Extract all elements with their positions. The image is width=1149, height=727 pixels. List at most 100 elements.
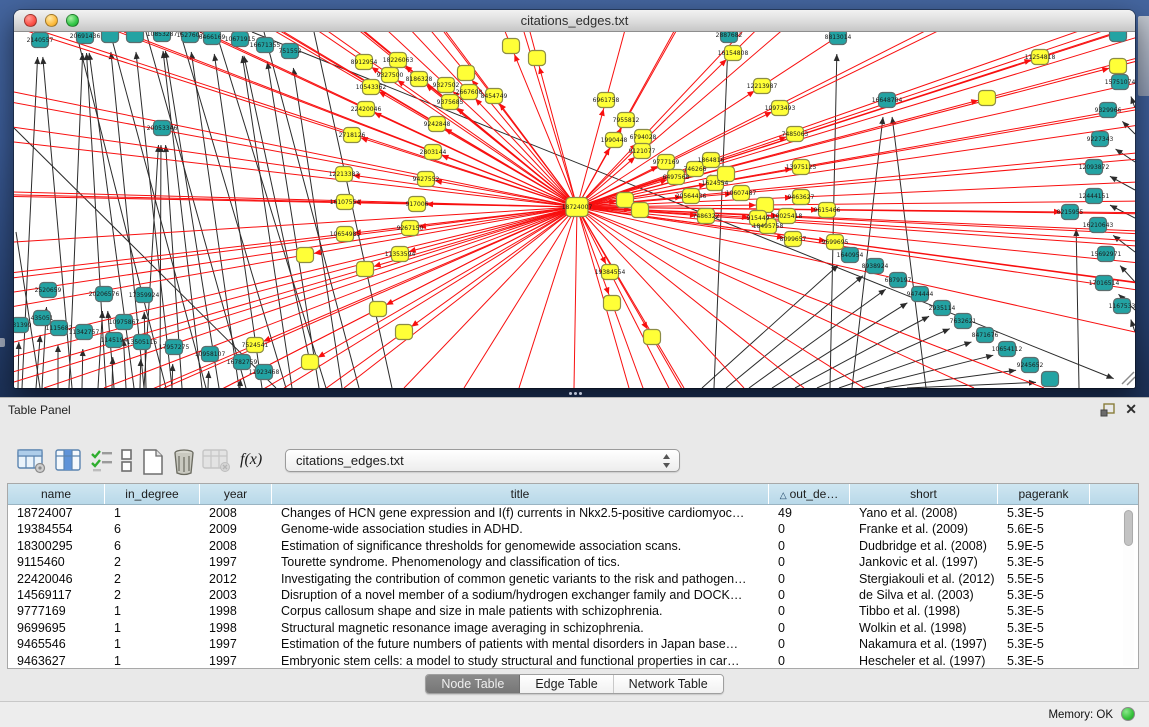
close-panel-icon[interactable]: ✕	[1125, 402, 1137, 416]
delete-table-icon	[202, 448, 231, 479]
table-scrollbar[interactable]	[1123, 508, 1134, 666]
function-builder-icon[interactable]: f(x)	[240, 451, 262, 469]
table-cell: 1997	[200, 653, 272, 669]
svg-text:6879197: 6879197	[885, 277, 912, 284]
table-cell: 22420046	[8, 571, 105, 587]
delete-icon[interactable]	[170, 448, 198, 481]
svg-text:9245652: 9245652	[1017, 362, 1044, 369]
table-row[interactable]: 1456911722003Disruption of a novel membe…	[8, 587, 1138, 603]
table-cell: 5.6E-5	[998, 521, 1090, 537]
table-cell: 0	[769, 521, 850, 537]
svg-text:915449: 915449	[747, 215, 770, 222]
table-cell: 0	[769, 554, 850, 570]
table-cell: 0	[769, 587, 850, 603]
table-cell: 0	[769, 538, 850, 554]
svg-text:2718126: 2718126	[339, 132, 366, 139]
table-cell: 9115460	[8, 554, 105, 570]
select-rows-icon[interactable]	[90, 448, 114, 479]
svg-text:8454749: 8454749	[481, 93, 508, 100]
svg-text:20206576: 20206576	[89, 291, 120, 298]
column-header-title[interactable]: title	[272, 484, 769, 504]
svg-text:16782759: 16782759	[227, 359, 258, 366]
table-scrollbar-thumb[interactable]	[1124, 510, 1133, 546]
column-header-out_de[interactable]: △out_de…	[769, 484, 850, 504]
svg-text:1167533: 1167533	[1109, 303, 1135, 310]
table-cell: Changes of HCN gene expression and I(f) …	[272, 505, 769, 521]
desktop-edge-tick	[0, 338, 5, 347]
table-cell: 5.3E-5	[998, 603, 1090, 619]
svg-text:2140557: 2140557	[27, 37, 54, 44]
table-cell: 0	[769, 620, 850, 636]
svg-text:8099657: 8099657	[780, 236, 807, 243]
svg-text:9474444: 9474444	[907, 291, 934, 298]
table-cell: 5.9E-5	[998, 538, 1090, 554]
svg-text:1624554: 1624554	[702, 180, 729, 187]
table-cell: 2012	[200, 571, 272, 587]
svg-text:8813014: 8813014	[825, 34, 852, 41]
column-header-name[interactable]: name	[8, 484, 105, 504]
table-cell: 0	[769, 603, 850, 619]
table-cell: 49	[769, 505, 850, 521]
window-title: citations_edges.txt	[14, 13, 1135, 28]
float-panel-icon[interactable]	[1100, 403, 1115, 417]
table-row[interactable]: 1872400712008Changes of HCN gene express…	[8, 505, 1138, 521]
table-row[interactable]: 977716911998Corpus callosum shape and si…	[8, 603, 1138, 619]
column-header-year[interactable]: year	[200, 484, 272, 504]
table-row[interactable]: 946362711997Embryonic stem cells: a mode…	[8, 653, 1138, 669]
table-cell: Genome-wide association studies in ADHD.	[272, 521, 769, 537]
svg-text:2667608: 2667608	[456, 89, 483, 96]
svg-text:7955812: 7955812	[613, 117, 640, 124]
table-cell: Stergiakouli et al. (2012)	[850, 571, 998, 587]
window-titlebar[interactable]: citations_edges.txt	[14, 10, 1135, 32]
background-window-sliver	[1138, 16, 1149, 96]
table-row[interactable]: 911546021997Tourette syndrome. Phenomeno…	[8, 554, 1138, 570]
table-cell: 9699695	[8, 620, 105, 636]
new-column-icon[interactable]	[140, 448, 166, 481]
tab-node-table[interactable]: Node Table	[426, 675, 520, 693]
panel-splitter-handle[interactable]	[567, 390, 583, 396]
table-cell: 5.5E-5	[998, 571, 1090, 587]
svg-text:1145194: 1145194	[101, 337, 128, 344]
table-header-row: namein_degreeyeartitle△out_de…shortpager…	[8, 484, 1138, 505]
table-row[interactable]: 2242004622012Investigating the contribut…	[8, 571, 1138, 587]
svg-text:1990448: 1990448	[601, 137, 628, 144]
table-cell: Franke et al. (2009)	[850, 521, 998, 537]
table-cell: 6	[105, 521, 200, 537]
svg-text:13975125: 13975125	[786, 164, 817, 171]
table-row[interactable]: 969969511998Structural magnetic resonanc…	[8, 620, 1138, 636]
tab-network-table[interactable]: Network Table	[614, 675, 723, 693]
svg-text:20691436: 20691436	[70, 33, 101, 40]
svg-text:15692971: 15692971	[1091, 251, 1122, 258]
table-cell: 14569117	[8, 587, 105, 603]
tab-edge-table[interactable]: Edge Table	[520, 675, 613, 693]
svg-text:9121077: 9121077	[629, 148, 656, 155]
table-cell: Jankovic et al. (1997)	[850, 554, 998, 570]
svg-text:9777169: 9777169	[653, 159, 680, 166]
column-header-short[interactable]: short	[850, 484, 998, 504]
table-cell: 18300295	[8, 538, 105, 554]
table-cell: 9777169	[8, 603, 105, 619]
svg-text:9375685: 9375685	[437, 99, 464, 106]
column-chooser-icon[interactable]	[55, 448, 82, 479]
svg-text:12093872: 12093872	[1079, 164, 1110, 171]
svg-text:1640954: 1640954	[837, 252, 864, 259]
table-cell: Yano et al. (2008)	[850, 505, 998, 521]
column-header-pagerank[interactable]: pagerank	[998, 484, 1090, 504]
network-canvas[interactable]: 2140557206914361085328715276076466169106…	[14, 32, 1135, 388]
svg-text:746266: 746266	[684, 166, 707, 173]
row-height-icon[interactable]	[120, 448, 134, 479]
table-cell: 0	[769, 571, 850, 587]
table-row[interactable]: 946554611997Estimation of the future num…	[8, 636, 1138, 652]
table-row[interactable]: 1938455462009Genome-wide association stu…	[8, 521, 1138, 537]
svg-text:2803144: 2803144	[420, 149, 447, 156]
table-cell: Estimation of the future numbers of pati…	[272, 636, 769, 652]
table-row[interactable]: 1830029562008Estimation of significance …	[8, 538, 1138, 554]
table-cell: 5.3E-5	[998, 505, 1090, 521]
table-settings-icon[interactable]	[17, 448, 46, 479]
table-selector-dropdown[interactable]: citations_edges.txt	[285, 449, 680, 472]
svg-text:9615466: 9615466	[814, 207, 841, 214]
svg-text:10958107: 10958107	[195, 351, 226, 358]
table-cell: Dudbridge et al. (2008)	[850, 538, 998, 554]
memory-status-label: Memory: OK	[1048, 709, 1113, 721]
column-header-in_degree[interactable]: in_degree	[105, 484, 200, 504]
